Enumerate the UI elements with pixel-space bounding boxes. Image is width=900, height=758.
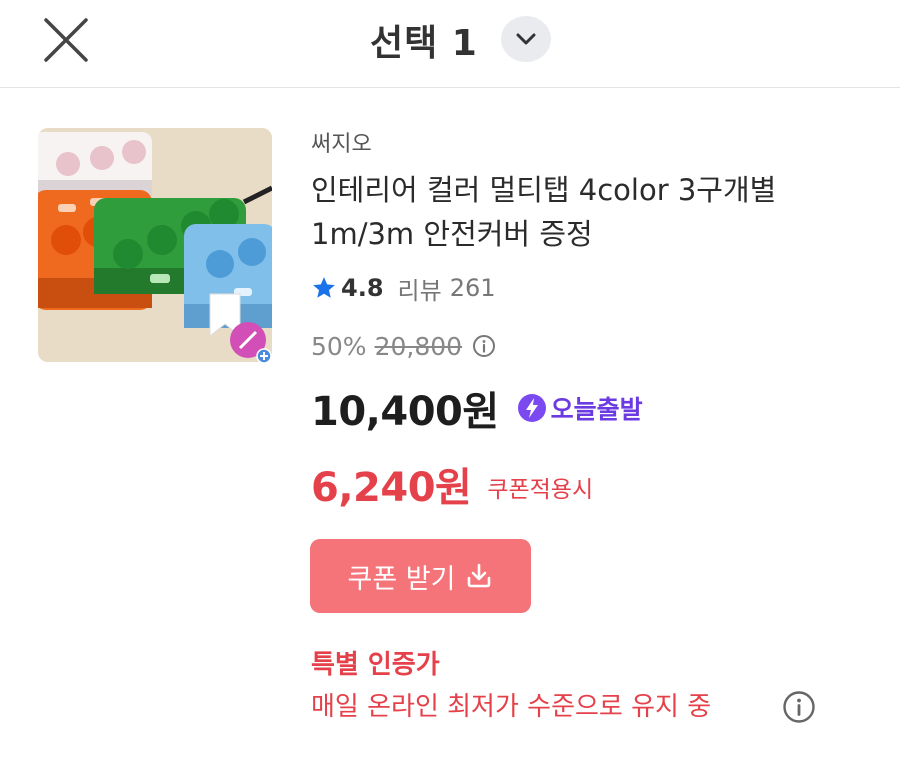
close-icon (44, 18, 88, 62)
bookmark-add-icon (209, 293, 272, 364)
star-icon (313, 277, 335, 298)
info-icon[interactable] (472, 334, 496, 358)
top-bar: 선택 1 (0, 0, 900, 88)
rating-row[interactable]: 4.8 리뷰 261 (311, 268, 496, 308)
add-to-wishlist-button[interactable] (204, 290, 274, 364)
option-dropdown-button[interactable] (501, 16, 551, 62)
coupon-price: 6,240원 (311, 465, 472, 511)
discount-rate: 50% (311, 331, 367, 361)
reviews-label: 리뷰 (397, 276, 442, 305)
download-icon (468, 563, 491, 588)
special-certified-price-description: 매일 온라인 최저가 수준으로 유지 중 (311, 692, 712, 722)
page-title: 선택 1 (370, 23, 478, 64)
coupon-price-row: 6,240원 쿠폰적용시 (311, 456, 593, 512)
delivery-badge-label: 오늘출발 (550, 395, 643, 424)
price-row: 10,400원 오늘출발 (311, 380, 643, 436)
close-button[interactable] (40, 18, 92, 62)
rating-value: 4.8 (341, 274, 384, 302)
get-coupon-button[interactable]: 쿠폰 받기 (310, 539, 531, 613)
brand-name[interactable]: 써지오 (311, 126, 372, 158)
sale-price: 10,400원 (311, 389, 499, 435)
discount-row: 50% 20,800 (311, 326, 496, 366)
info-icon[interactable] (782, 690, 816, 724)
coupon-note: 쿠폰적용시 (487, 477, 594, 503)
get-coupon-button-label: 쿠폰 받기 (347, 563, 456, 595)
lightning-icon (517, 394, 546, 422)
original-price: 20,800 (374, 331, 463, 361)
product-title[interactable]: 인테리어 컬러 멀티탭 4color 3구개별 1m/3m 안전커버 증정 (311, 168, 871, 256)
delivery-badge: 오늘출발 (517, 390, 643, 426)
chevron-down-icon (516, 33, 536, 45)
special-certified-price-title: 특별 인증가 (311, 650, 440, 680)
reviews-count: 261 (449, 274, 496, 302)
